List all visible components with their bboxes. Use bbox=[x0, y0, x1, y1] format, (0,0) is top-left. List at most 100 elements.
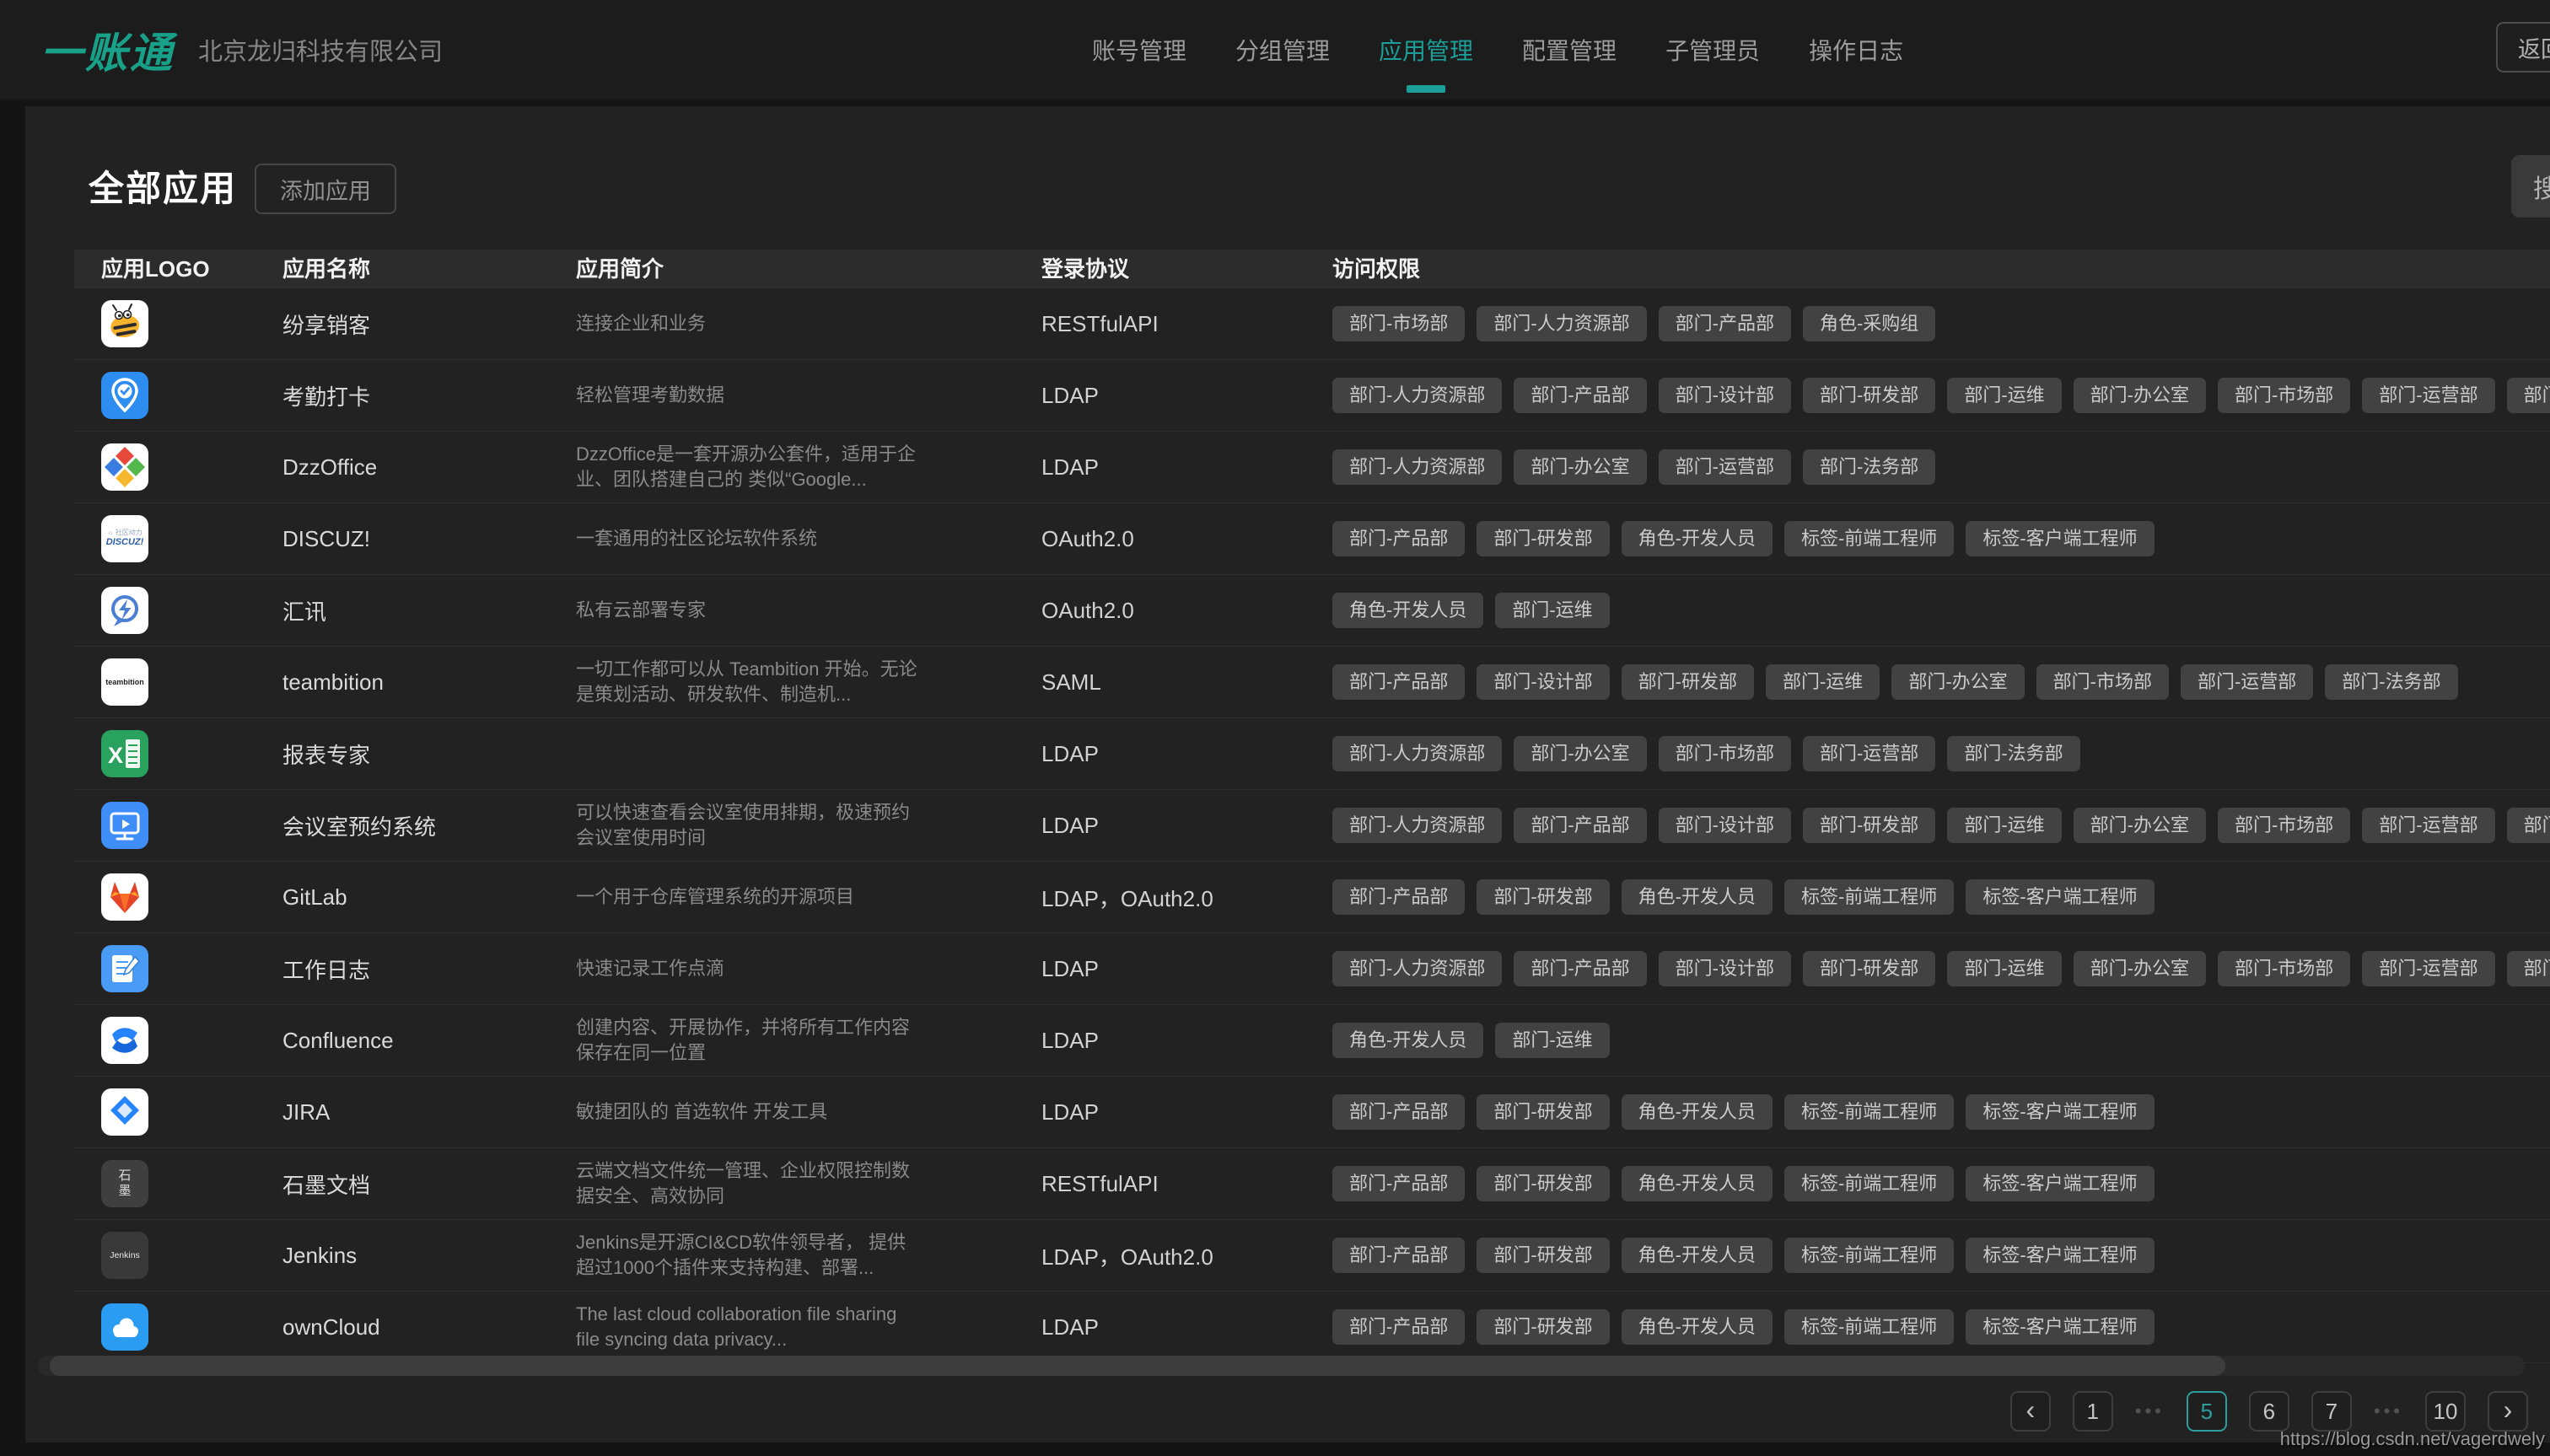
next-page-button[interactable]: › bbox=[2488, 1391, 2528, 1432]
page-button[interactable]: 10 bbox=[2425, 1391, 2466, 1432]
permission-tag: 角色-开发人员 bbox=[1332, 593, 1483, 628]
permission-tag: 部门-运营部 bbox=[2362, 378, 2494, 413]
table-row[interactable]: X报表专家LDAP部门-人力资源部部门-办公室部门-市场部部门-运营部部门-法务… bbox=[74, 718, 2550, 790]
pagination-ellipsis[interactable]: ••• bbox=[2374, 1400, 2403, 1422]
login-protocol: LDAP bbox=[1041, 741, 1099, 767]
page-button[interactable]: 6 bbox=[2249, 1391, 2289, 1432]
app-desc-cell: 一个用于仓库管理系统的开源项目 bbox=[576, 862, 923, 932]
horizontal-scrollbar-thumb[interactable] bbox=[50, 1356, 2225, 1376]
horizontal-scrollbar-track[interactable] bbox=[38, 1356, 2525, 1376]
back-button[interactable]: 返回 bbox=[2496, 22, 2550, 73]
app-desc-cell: Jenkins是开源CI&CD软件领导者， 提供超过1000个插件来支持构建、部… bbox=[576, 1220, 923, 1291]
permission-tag: 部门-运维 bbox=[1947, 378, 2061, 413]
table-row[interactable]: DzzOfficeDzzOffice是一套开源办公套件，适用于企业、团队搭建自己… bbox=[74, 432, 2550, 503]
permission-tag: 标签-前端工程师 bbox=[1784, 1238, 1954, 1273]
nav-tab-label: 配置管理 bbox=[1522, 33, 1617, 67]
access-permission-tags: 部门-产品部部门-研发部角色-开发人员标签-前端工程师标签-客户端工程师 bbox=[1332, 862, 2550, 932]
permission-tag: 标签-前端工程师 bbox=[1784, 1309, 1954, 1345]
permission-tag: 部门-产品部 bbox=[1332, 1094, 1465, 1130]
app-desc-cell: 轻松管理考勤数据 bbox=[576, 360, 923, 431]
nav-tab[interactable]: 操作日志 bbox=[1809, 0, 1903, 99]
permission-tag: 部门-办公室 bbox=[1514, 736, 1646, 771]
app-description: 敏捷团队的 首选软件 开发工具 bbox=[576, 1099, 923, 1125]
nav-tab[interactable]: 分组管理 bbox=[1235, 0, 1330, 99]
app-name: Jenkins bbox=[282, 1243, 357, 1269]
app-name-cell: 考勤打卡 bbox=[282, 360, 370, 431]
nav-tab[interactable]: 账号管理 bbox=[1092, 0, 1186, 99]
app-description: 轻松管理考勤数据 bbox=[576, 383, 923, 408]
table-row[interactable]: 会议室预约系统 可以快速查看会议室使用排期，极速预约会议室使用时间 LDAP 部门-人… bbox=[74, 790, 2550, 862]
login-protocol: LDAP bbox=[1041, 1028, 1099, 1054]
table-row[interactable]: JenkinsJenkinsJenkins是开源CI&CD软件领导者， 提供超过… bbox=[74, 1220, 2550, 1292]
app-name: 会议室预约系统 bbox=[282, 810, 436, 841]
app-name-cell: 会议室预约系统 bbox=[282, 790, 436, 861]
column-header: 应用名称 bbox=[282, 250, 370, 288]
login-protocol: LDAP bbox=[1041, 1314, 1099, 1340]
permission-tag: 部门-人力资源部 bbox=[1332, 808, 1502, 843]
app-desc-cell: 快速记录工作点滴 bbox=[576, 933, 923, 1004]
table-row[interactable]: 考勤打卡轻松管理考勤数据LDAP部门-人力资源部部门-产品部部门-设计部部门-研… bbox=[74, 360, 2550, 432]
permission-tag: 部门-市场部 bbox=[2036, 664, 2169, 700]
permission-tag: 部门-研发部 bbox=[1477, 1166, 1609, 1201]
access-permission-tags: 部门-市场部部门-人力资源部部门-产品部角色-采购组 bbox=[1332, 288, 2550, 359]
nav-tab[interactable]: 应用管理 bbox=[1379, 0, 1473, 99]
app-logo-cell: teambition bbox=[101, 647, 148, 717]
access-permission-tags: 部门-产品部部门-研发部角色-开发人员标签-前端工程师标签-客户端工程师 bbox=[1332, 1292, 2550, 1362]
table-row[interactable]: ☼ 社区动力DISCUZ!DISCUZ!一套通用的社区论坛软件系统OAuth2.… bbox=[74, 503, 2550, 575]
table-row[interactable]: teambition teambition 一切工作都可以从 Teambition … bbox=[74, 647, 2550, 718]
page-button[interactable]: 1 bbox=[2073, 1391, 2113, 1432]
table-row[interactable]: Confluence创建内容、开展协作，并将所有工作内容保存在同一位置LDAP角… bbox=[74, 1005, 2550, 1077]
prev-page-button[interactable]: ‹ bbox=[2010, 1391, 2051, 1432]
permission-tag: 部门-市场部 bbox=[1332, 306, 1465, 341]
huixun-logo-icon bbox=[101, 587, 148, 634]
permission-tag: 角色-开发人员 bbox=[1622, 1238, 1773, 1273]
page-button[interactable]: 5 bbox=[2187, 1391, 2227, 1432]
app-name-cell: Confluence bbox=[282, 1005, 394, 1076]
permission-tag: 部门-研发部 bbox=[1477, 1238, 1609, 1273]
app-name: JIRA bbox=[282, 1099, 330, 1126]
app-name: teambition bbox=[282, 669, 384, 696]
table-row[interactable]: 纷享销客连接企业和业务RESTfulAPI部门-市场部部门-人力资源部部门-产品… bbox=[74, 288, 2550, 360]
login-protocol: LDAP，OAuth2.0 bbox=[1041, 1240, 1213, 1271]
table-row[interactable]: JIRA敏捷团队的 首选软件 开发工具LDAP部门-产品部部门-研发部角色-开发… bbox=[74, 1077, 2550, 1148]
app-logo-cell bbox=[101, 288, 148, 359]
table-row[interactable]: 石墨石墨文档云端文档文件统一管理、企业权限控制数据安全、高效协同RESTfulA… bbox=[74, 1148, 2550, 1220]
permission-tag: 部门-运维 bbox=[1947, 951, 2061, 986]
main-nav: 账号管理分组管理应用管理 配置管理 子管理员操作日志 bbox=[1092, 0, 1903, 99]
table-row[interactable]: 汇讯私有云部署专家OAuth2.0角色-开发人员部门-运维 bbox=[74, 575, 2550, 647]
app-name-cell: Jenkins bbox=[282, 1220, 357, 1291]
app-desc-cell: 可以快速查看会议室使用排期，极速预约会议室使用时间 bbox=[576, 790, 923, 861]
app-name-cell: DISCUZ! bbox=[282, 503, 370, 574]
permission-tag: 部门-人力资源部 bbox=[1332, 951, 1502, 986]
search-button[interactable]: 搜索 bbox=[2511, 155, 2550, 218]
permission-tag: 标签-前端工程师 bbox=[1784, 1166, 1954, 1201]
app-description: DzzOffice是一套开源办公套件，适用于企业、团队搭建自己的 类似“Goog… bbox=[576, 442, 923, 492]
app-desc-cell: 一切工作都可以从 Teambition 开始。无论是策划活动、研发软件、制造机.… bbox=[576, 647, 923, 717]
login-protocol-cell: LDAP bbox=[1041, 790, 1099, 861]
page-button[interactable]: 7 bbox=[2311, 1391, 2352, 1432]
permission-tag: 部门-办公室 bbox=[1514, 449, 1646, 485]
permission-tag: 部门-产品部 bbox=[1332, 1309, 1465, 1345]
table-row[interactable]: 工作日志快速记录工作点滴LDAP部门-人力资源部部门-产品部部门-设计部部门-研… bbox=[74, 933, 2550, 1005]
column-header: 应用简介 bbox=[576, 250, 664, 288]
permission-tag: 标签-客户端工程师 bbox=[1966, 1238, 2154, 1273]
permission-tag: 部门-市场部 bbox=[1659, 736, 1791, 771]
app-name: ownCloud bbox=[282, 1314, 380, 1340]
company-name: 北京龙归科技有限公司 bbox=[198, 32, 443, 67]
permission-tag: 标签-客户端工程师 bbox=[1966, 1166, 2154, 1201]
permission-tag: 部门-产品部 bbox=[1514, 808, 1646, 843]
pagination-ellipsis[interactable]: ••• bbox=[2135, 1400, 2165, 1422]
nav-tab[interactable]: 配置管理 bbox=[1522, 0, 1617, 99]
permission-tag: 部门-办公室 bbox=[2074, 378, 2206, 413]
login-protocol-cell: LDAP bbox=[1041, 1077, 1099, 1147]
add-app-button[interactable]: 添加应用 bbox=[255, 164, 396, 214]
access-permission-tags: 部门-产品部部门-设计部部门-研发部部门-运维部门-办公室部门-市场部部门-运营… bbox=[1332, 647, 2550, 717]
app-description: 私有云部署专家 bbox=[576, 598, 923, 623]
app-table: 应用LOGO应用名称应用简介登录协议访问权限 纷享销客连接企业和业务RESTfu… bbox=[74, 250, 2550, 1363]
app-name-cell: teambition bbox=[282, 647, 384, 717]
permission-tag: 部门-运营部 bbox=[2181, 664, 2313, 700]
nav-tab[interactable]: 子管理员 bbox=[1665, 0, 1760, 99]
table-row[interactable]: GitLab一个用于仓库管理系统的开源项目LDAP，OAuth2.0部门-产品部… bbox=[74, 862, 2550, 933]
app-name-cell: 工作日志 bbox=[282, 933, 370, 1004]
table-row[interactable]: ownCloudThe last cloud collaboration fil… bbox=[74, 1292, 2550, 1363]
